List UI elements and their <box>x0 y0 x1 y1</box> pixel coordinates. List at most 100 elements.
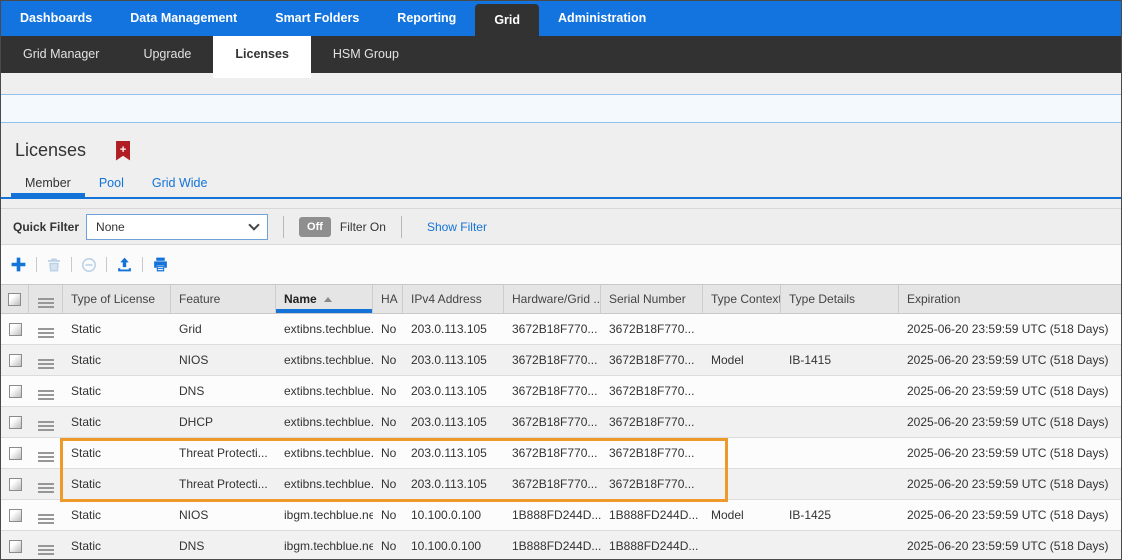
hamburger-icon[interactable] <box>38 390 54 392</box>
print-icon[interactable] <box>152 256 169 273</box>
checkbox-icon[interactable] <box>9 447 22 460</box>
cell-ha: No <box>373 407 403 437</box>
table-body: Static Grid extibns.techblue.net No 203.… <box>1 314 1121 560</box>
divider <box>283 216 284 238</box>
show-filter-link[interactable]: Show Filter <box>427 220 487 234</box>
cell-ipv4-address: 203.0.113.105 <box>403 469 504 499</box>
info-banner <box>1 94 1121 123</box>
cell-type-of-license: Static <box>63 407 171 437</box>
hamburger-icon[interactable] <box>38 545 54 547</box>
subnav-grid-manager[interactable]: Grid Manager <box>1 36 121 73</box>
table-row[interactable]: Static DHCP extibns.techblue.net No 203.… <box>1 407 1121 438</box>
col-header-name-label: Name <box>284 285 317 313</box>
add-icon[interactable] <box>10 256 27 273</box>
cell-type-context: Model <box>703 500 781 530</box>
checkbox-icon[interactable] <box>9 416 22 429</box>
checkbox-icon[interactable] <box>9 509 22 522</box>
tab-pool[interactable]: Pool <box>85 170 138 197</box>
cell-feature: Threat Protecti... <box>171 469 276 499</box>
table-row[interactable]: Static DNS ibgm.techblue.net No 10.100.0… <box>1 531 1121 560</box>
col-header-type-of-license[interactable]: Type of License <box>63 285 171 313</box>
cell-ha: No <box>373 500 403 530</box>
table-row[interactable]: Static Threat Protecti... extibns.techbl… <box>1 438 1121 469</box>
table-row[interactable]: Static NIOS ibgm.techblue.net No 10.100.… <box>1 500 1121 531</box>
quick-filter-select[interactable]: None <box>86 214 268 240</box>
cell-name: extibns.techblue.net <box>276 314 373 344</box>
cell-serial-number: 3672B18F770... <box>601 376 703 406</box>
upload-icon[interactable] <box>116 256 133 273</box>
hamburger-icon[interactable] <box>38 328 54 330</box>
divider <box>71 257 72 272</box>
cell-expiration: 2025-06-20 23:59:59 UTC (518 Days) <box>899 407 1121 437</box>
hamburger-icon[interactable] <box>38 452 54 454</box>
delete-icon[interactable] <box>46 257 62 273</box>
hamburger-icon[interactable] <box>38 514 54 516</box>
cell-name: ibgm.techblue.net <box>276 531 373 560</box>
col-header-name[interactable]: Name <box>276 285 373 313</box>
table-row[interactable]: Static Threat Protecti... extibns.techbl… <box>1 469 1121 500</box>
col-header-ha[interactable]: HA <box>373 285 403 313</box>
checkbox-icon[interactable] <box>8 293 21 306</box>
row-checkbox-cell <box>1 407 29 437</box>
licenses-table: Type of License Feature Name HA IPv4 Add… <box>1 284 1121 560</box>
checkbox-icon[interactable] <box>9 354 22 367</box>
cell-type-details <box>781 407 899 437</box>
subnav-licenses[interactable]: Licenses <box>213 36 311 78</box>
hamburger-icon[interactable] <box>38 483 54 485</box>
col-header-type-context[interactable]: Type Context <box>703 285 781 313</box>
subnav-hsm-group[interactable]: HSM Group <box>311 36 421 73</box>
table-row[interactable]: Static Grid extibns.techblue.net No 203.… <box>1 314 1121 345</box>
cell-ha: No <box>373 531 403 560</box>
checkbox-icon[interactable] <box>9 323 22 336</box>
cell-type-context <box>703 314 781 344</box>
table-row[interactable]: Static NIOS extibns.techblue.net No 203.… <box>1 345 1121 376</box>
col-header-ipv4-address[interactable]: IPv4 Address <box>403 285 504 313</box>
cell-hardware-grid: 1B888FD244D... <box>504 500 601 530</box>
cell-hardware-grid: 3672B18F770... <box>504 376 601 406</box>
col-header-type-details[interactable]: Type Details <box>781 285 899 313</box>
nav-dashboards[interactable]: Dashboards <box>1 1 111 36</box>
disable-icon[interactable] <box>81 257 97 273</box>
cell-ipv4-address: 203.0.113.105 <box>403 407 504 437</box>
col-header-hardware-grid[interactable]: Hardware/Grid ... <box>504 285 601 313</box>
nav-grid[interactable]: Grid <box>475 4 539 36</box>
cell-type-of-license: Static <box>63 438 171 468</box>
bookmark-add-icon[interactable]: + <box>116 141 130 161</box>
filter-toggle-button[interactable]: Off <box>299 217 331 237</box>
cell-type-details: IB-1425 <box>781 500 899 530</box>
grid-subnav: Grid Manager Upgrade Licenses HSM Group <box>1 36 1121 73</box>
checkbox-icon[interactable] <box>9 385 22 398</box>
cell-type-of-license: Static <box>63 314 171 344</box>
chevron-down-icon <box>248 219 259 230</box>
checkbox-icon[interactable] <box>9 478 22 491</box>
tab-member[interactable]: Member <box>11 170 85 197</box>
cell-expiration: 2025-06-20 23:59:59 UTC (518 Days) <box>899 376 1121 406</box>
nav-reporting[interactable]: Reporting <box>378 1 475 36</box>
row-checkbox-cell <box>1 500 29 530</box>
hamburger-icon[interactable] <box>38 359 54 361</box>
checkbox-icon[interactable] <box>9 540 22 553</box>
col-header-feature[interactable]: Feature <box>171 285 276 313</box>
table-row[interactable]: Static DNS extibns.techblue.net No 203.0… <box>1 376 1121 407</box>
subnav-upgrade[interactable]: Upgrade <box>121 36 213 73</box>
cell-type-context <box>703 438 781 468</box>
col-header-expiration[interactable]: Expiration <box>899 285 1121 313</box>
cell-expiration: 2025-06-20 23:59:59 UTC (518 Days) <box>899 345 1121 375</box>
nav-administration[interactable]: Administration <box>539 1 665 36</box>
tab-grid-wide[interactable]: Grid Wide <box>138 170 222 197</box>
column-menu-icon[interactable] <box>29 285 63 313</box>
cell-ha: No <box>373 314 403 344</box>
cell-type-of-license: Static <box>63 469 171 499</box>
cell-name: extibns.techblue.net <box>276 469 373 499</box>
cell-feature: Threat Protecti... <box>171 438 276 468</box>
select-all-checkbox[interactable] <box>1 285 29 313</box>
nav-smart-folders[interactable]: Smart Folders <box>256 1 378 36</box>
quick-filter-value: None <box>96 220 125 234</box>
cell-expiration: 2025-06-20 23:59:59 UTC (518 Days) <box>899 500 1121 530</box>
cell-ipv4-address: 203.0.113.105 <box>403 438 504 468</box>
cell-expiration: 2025-06-20 23:59:59 UTC (518 Days) <box>899 469 1121 499</box>
hamburger-icon[interactable] <box>38 421 54 423</box>
sort-ascending-icon <box>324 297 332 302</box>
col-header-serial-number[interactable]: Serial Number <box>601 285 703 313</box>
nav-data-management[interactable]: Data Management <box>111 1 256 36</box>
